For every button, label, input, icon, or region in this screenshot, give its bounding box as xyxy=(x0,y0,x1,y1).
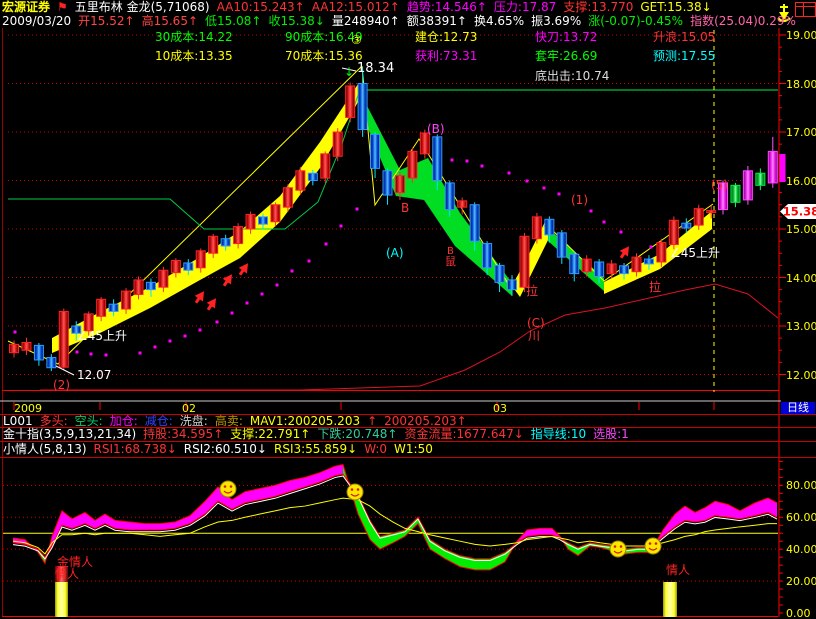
flag-icon: ⚑ xyxy=(57,0,68,14)
xiaoqingren-field-2: RSI2:60.510↓ xyxy=(183,442,267,456)
header2-field-2: 高15.65↑ xyxy=(141,14,199,28)
indicator-row-xiaoqingren[interactable]: 小情人(5,8,13) RSI1:68.738↓ RSI2:60.510↓ RSI3:… xyxy=(3,443,440,456)
header2-field-7: 换4.65% xyxy=(473,14,525,28)
wave-annotation: B xyxy=(401,201,410,215)
jinshizhi-field-2: 支撑:22.791↑ xyxy=(230,427,311,441)
daily-window-icon-divider xyxy=(803,3,804,16)
daily-window-icon-bar xyxy=(796,6,815,7)
header1-field-4: AA12:15.012↑ xyxy=(311,0,400,14)
header1-field-5: 趋势:14.546↑ xyxy=(406,0,487,14)
smiley-marker xyxy=(219,480,237,498)
price-axis-label: 17.00 xyxy=(786,126,816,139)
wave-annotation: (2) xyxy=(53,378,70,392)
price-axis-label: 18.00 xyxy=(786,77,816,91)
cost-overlay-label: ③ xyxy=(351,33,362,47)
oscillator-axis-label: 40.00 xyxy=(786,543,816,557)
price-axis-label: 12.00 xyxy=(786,368,816,382)
wave-annotation: ∠45上升 xyxy=(77,329,128,343)
tab-daily-period[interactable]: 日线 xyxy=(781,402,815,414)
price-axis-label: 15.00 xyxy=(786,223,816,236)
header1-field-3: AA10:15.243↑ xyxy=(216,0,305,14)
date-field: 2009/03/20 xyxy=(2,14,72,28)
xiaoqingren-field-4: W:0 xyxy=(364,442,388,456)
cost-overlay-label: 30成本:14.22 xyxy=(155,30,233,44)
cost-overlay-label: 套牢:26.69 xyxy=(535,49,598,63)
smiley-marker xyxy=(609,540,627,558)
jinshizhi-field-6: 选股:1 xyxy=(593,427,629,441)
header-line-1: 宏源证券 ⚑ 五里布林 金龙(5,71068) AA10:15.243↑ AA12:15… xyxy=(2,0,719,14)
signal-label: 情人 xyxy=(666,563,691,577)
header2-field-1: 开15.52↑ xyxy=(78,14,135,28)
wave-annotation: ∠45上升 xyxy=(670,246,721,260)
xiaoqingren-field-1: RSI1:68.738↓ xyxy=(93,442,177,456)
wave-annotation: 鼠 xyxy=(445,255,456,268)
header2-field-6: 额38391↑ xyxy=(406,14,467,28)
header2-field-5: 量248940↑ xyxy=(331,14,400,28)
svg-text:15.38: 15.38 xyxy=(783,205,816,219)
wave-annotation: 川 xyxy=(528,329,541,343)
brand-name: 宏源证券 xyxy=(2,0,51,14)
wave-annotation: (B) xyxy=(427,122,445,136)
header2-field-9: 涨(-0.07)-0.45% xyxy=(588,14,684,28)
header2-field-8: 振3.69% xyxy=(531,14,582,28)
cost-overlay-label: 获利:73.31 xyxy=(415,49,478,63)
wave-annotation: 12.07 xyxy=(77,368,112,382)
app-window: 宏源证券 ⚑ 五里布林 金龙(5,71068) AA10:15.243↑ AA12:15… xyxy=(0,0,816,619)
smiley-marker xyxy=(346,483,364,501)
wave-annotation: (A) xyxy=(386,246,404,260)
oscillator-axis-label: 60.00 xyxy=(786,511,816,525)
xiaoqingren-field-5: W1:50 xyxy=(394,442,433,456)
header2-field-10: 指数(25.04)0.29% xyxy=(690,14,796,28)
oscillator-axis-label: 20.00 xyxy=(786,575,816,589)
wave-annotation: 拉 xyxy=(649,280,662,294)
cost-overlay-label: 底出击:10.74 xyxy=(535,69,610,83)
wave-annotation: 18.34 xyxy=(357,61,395,76)
wave-annotation: (1) xyxy=(571,193,588,207)
header1-field-7: 支撑:13.770 xyxy=(563,0,634,14)
jinshizhi-field-4: 资金流量:1677.647↓ xyxy=(404,427,524,441)
daily-window-icon[interactable] xyxy=(795,2,816,17)
indicator-and-stock-title: 五里布林 金龙(5,71068) xyxy=(74,0,210,14)
smiley-marker xyxy=(644,537,662,555)
cost-overlay-label: 70成本:15.36 xyxy=(285,49,363,63)
wave-annotation: ↓ xyxy=(344,65,355,79)
cost-overlay-label: 预测:17.55 xyxy=(653,49,716,63)
price-axis-label: 14.00 xyxy=(786,271,816,285)
xiaoqingren-field-3: RSI3:55.859↓ xyxy=(273,442,358,456)
indicator-row-jinshizhi[interactable]: 金十指(3,5,9,13,21,34) 持股:34.595↑ 支撑:22.791↑ 下… xyxy=(3,428,636,441)
cost-overlay-label: 10成本:13.35 xyxy=(155,49,233,63)
oscillator-axis-label: 0.00 xyxy=(786,607,811,619)
wave-annotation: 拉 xyxy=(526,284,539,298)
cost-overlay-label: 快刀:13.72 xyxy=(535,30,598,44)
jinshizhi-field-5: 指导线:10 xyxy=(530,427,587,441)
signal-label: 情人 xyxy=(55,567,80,581)
chart-canvas[interactable]: 15.38 xyxy=(0,0,816,619)
price-axis-label: 16.00 xyxy=(786,174,816,188)
jinshizhi-field-1: 持股:34.595↑ xyxy=(143,427,224,441)
price-axis-label: 19.00 xyxy=(786,29,816,42)
jinshizhi-field-0: 金十指(3,5,9,13,21,34) xyxy=(3,427,137,441)
oscillator-axis-label: 80.00 xyxy=(786,479,816,493)
header1-field-6: 压力:17.87 xyxy=(493,0,557,14)
xiaoqingren-field-0: 小情人(5,8,13) xyxy=(3,442,87,456)
price-axis-label: 13.00 xyxy=(786,320,816,333)
time-axis-label: 03 xyxy=(493,402,507,415)
cost-overlay-label: 升浪:15.05 xyxy=(653,30,716,44)
header-line-2: 2009/03/20 开15.52↑ 高15.65↑ 低15.08↑ 收15.38↓ 量2… xyxy=(2,14,803,28)
jinshizhi-field-3: 下跌:20.748↑ xyxy=(317,427,398,441)
header2-field-3: 低15.08↑ xyxy=(205,14,262,28)
header1-field-8: GET:15.38↓ xyxy=(640,0,712,14)
wave-annotation: (5) xyxy=(711,178,728,192)
cost-overlay-label: 建仓:12.73 xyxy=(415,30,478,44)
header2-field-4: 收15.38↓ xyxy=(268,14,325,28)
